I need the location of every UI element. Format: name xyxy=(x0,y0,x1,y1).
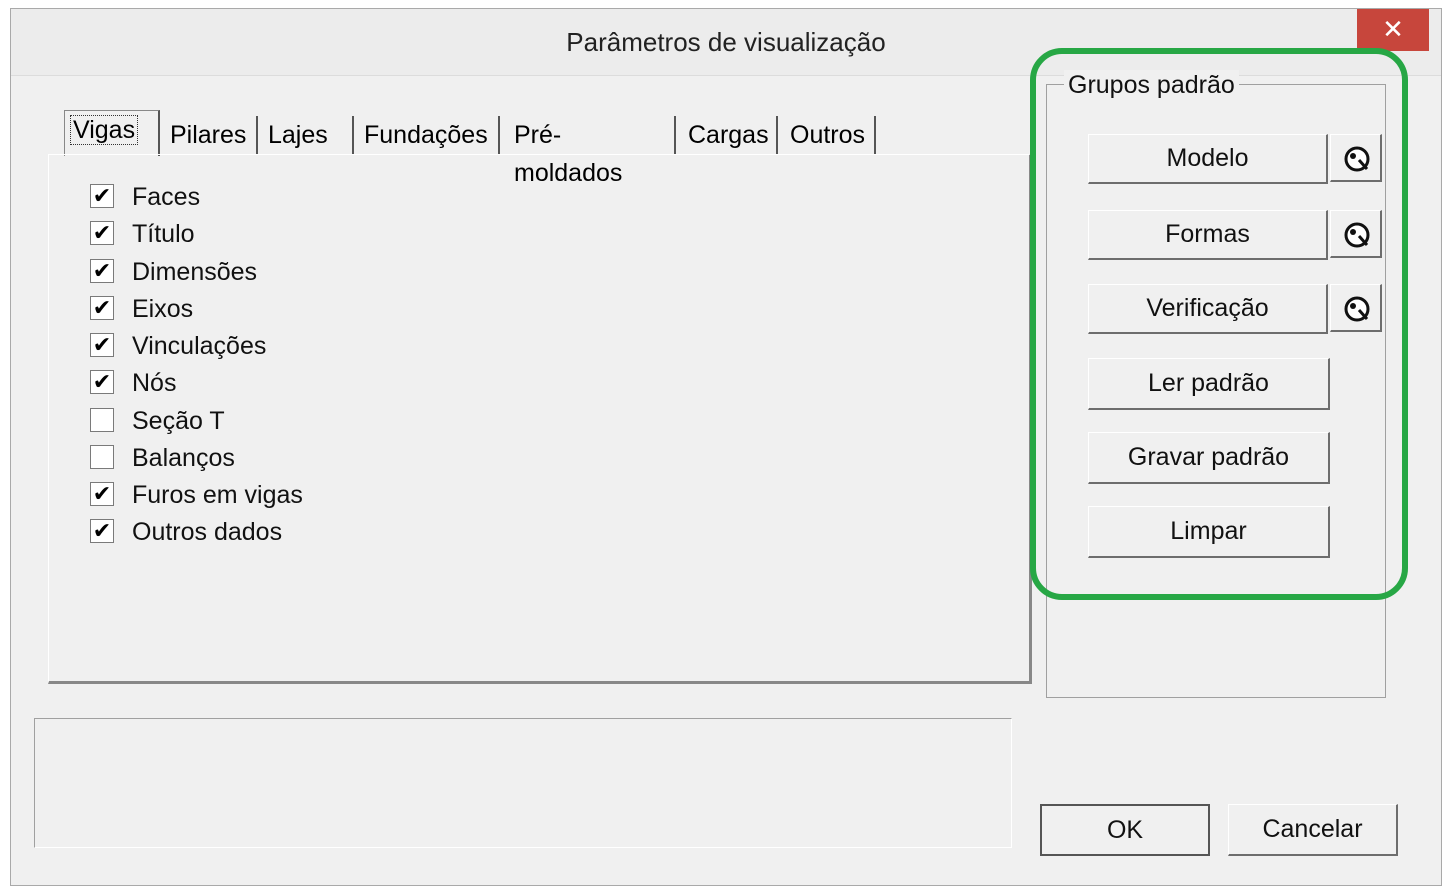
checkbox-outros-dados[interactable]: ✔ Outros dados xyxy=(90,515,490,549)
checkbox-label: Faces xyxy=(132,183,201,211)
title-bar: Parâmetros de visualização ✕ xyxy=(11,9,1441,76)
checkbox-furos-em-vigas[interactable]: ✔ Furos em vigas xyxy=(90,478,490,512)
checkbox-faces[interactable]: ✔ Faces xyxy=(90,180,490,214)
checkbox-label: Vinculações xyxy=(132,332,267,360)
checkbox-secao-t[interactable]: Seção T xyxy=(90,404,490,438)
window-title: Parâmetros de visualização xyxy=(566,27,886,57)
checkbox-box[interactable]: ✔ xyxy=(90,296,114,320)
ok-button[interactable]: OK xyxy=(1040,804,1210,856)
tab-strip: Vigas Pilares Lajes Fundações Pré-moldad… xyxy=(50,110,880,187)
checkbox-label: Nós xyxy=(132,369,177,397)
checkbox-dimensoes[interactable]: ✔ Dimensões xyxy=(90,255,490,289)
tab-vigas[interactable]: Vigas xyxy=(64,110,160,156)
checkbox-nos[interactable]: ✔ Nós xyxy=(90,366,490,400)
checkbox-box[interactable] xyxy=(90,408,114,432)
cancel-button[interactable]: Cancelar xyxy=(1228,804,1398,856)
tab-lajes[interactable]: Lajes xyxy=(262,116,354,154)
checkbox-label: Dimensões xyxy=(132,258,258,286)
palette-icon xyxy=(1344,222,1370,248)
checkbox-eixos[interactable]: ✔ Eixos xyxy=(90,292,490,326)
checkbox-box[interactable] xyxy=(90,445,114,469)
checkbox-box[interactable]: ✔ xyxy=(90,519,114,543)
gravar-padrao-button[interactable]: Gravar padrão xyxy=(1088,432,1330,484)
tab-fundacoes[interactable]: Fundações xyxy=(358,116,500,154)
checkbox-box[interactable]: ✔ xyxy=(90,184,114,208)
checkbox-titulo[interactable]: ✔ Título xyxy=(90,217,490,251)
tab-pre-moldados[interactable]: Pré-moldados xyxy=(508,116,676,187)
checkbox-vinculacoes[interactable]: ✔ Vinculações xyxy=(90,329,490,363)
status-area xyxy=(34,718,1012,848)
checkbox-label: Título xyxy=(132,220,195,248)
checkbox-label: Eixos xyxy=(132,295,194,323)
close-button[interactable]: ✕ xyxy=(1357,9,1429,51)
formas-color-button[interactable] xyxy=(1330,210,1382,258)
checkbox-label: Furos em vigas xyxy=(132,481,303,509)
groupbox-title: Grupos padrão xyxy=(1064,70,1239,100)
checkbox-box[interactable]: ✔ xyxy=(90,259,114,283)
modelo-color-button[interactable] xyxy=(1330,134,1382,182)
formas-button[interactable]: Formas xyxy=(1088,210,1328,260)
checkbox-balancos[interactable]: Balanços xyxy=(90,441,490,475)
tab-outros[interactable]: Outros xyxy=(784,116,876,154)
checkbox-box[interactable]: ✔ xyxy=(90,221,114,245)
checkbox-label: Seção T xyxy=(132,407,225,435)
checkbox-label: Outros dados xyxy=(132,518,283,546)
limpar-button[interactable]: Limpar xyxy=(1088,506,1330,558)
verificacao-color-button[interactable] xyxy=(1330,284,1382,332)
tab-pilares[interactable]: Pilares xyxy=(164,116,258,154)
modelo-button[interactable]: Modelo xyxy=(1088,134,1328,184)
verificacao-button[interactable]: Verificação xyxy=(1088,284,1328,334)
ler-padrao-button[interactable]: Ler padrão xyxy=(1088,358,1330,410)
tab-cargas[interactable]: Cargas xyxy=(682,116,778,154)
checkbox-box[interactable]: ✔ xyxy=(90,370,114,394)
palette-icon xyxy=(1344,146,1370,172)
checkbox-box[interactable]: ✔ xyxy=(90,333,114,357)
palette-icon xyxy=(1344,296,1370,322)
checkbox-label: Balanços xyxy=(132,444,235,472)
checkbox-box[interactable]: ✔ xyxy=(90,482,114,506)
